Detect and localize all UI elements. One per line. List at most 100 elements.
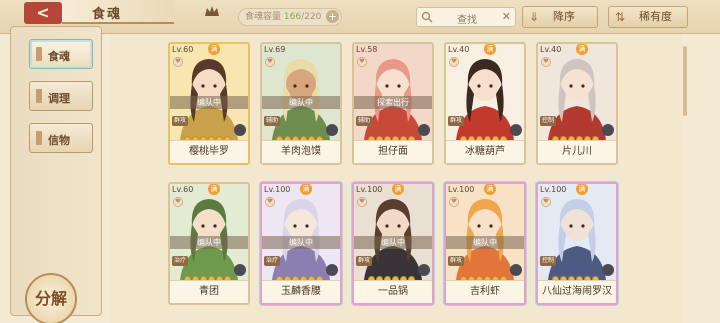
card-status: 编队中 <box>262 236 340 249</box>
sidebar-item-label: 调理 <box>48 92 70 105</box>
sidebar-item-tokens[interactable]: 信物 <box>29 123 93 153</box>
page-title: 食魂 <box>92 7 123 22</box>
sort-arrow-icon: ⇓ <box>529 10 540 24</box>
expand-capacity-button[interactable]: + <box>326 10 339 23</box>
role-tag: 群攻 <box>448 256 464 266</box>
role-tag: 控制 <box>540 116 556 126</box>
full-badge-icon: 满 <box>208 44 220 55</box>
favorite-icon[interactable]: ♥ <box>541 57 551 67</box>
favorite-icon[interactable]: ♥ <box>357 197 367 207</box>
sort-rarity-label: 稀有度 <box>639 10 672 23</box>
search-placeholder: 查找 <box>457 15 477 26</box>
star-rating <box>368 128 416 143</box>
star-rating <box>460 128 508 143</box>
food-soul-card[interactable]: Lv.40 ♥ 满 群攻 冰糖葫芦 <box>444 42 526 165</box>
favorite-icon[interactable]: ♥ <box>265 197 275 207</box>
role-tag: 辅助 <box>356 116 372 126</box>
sidebar-item-tuning[interactable]: 调理 <box>29 81 93 111</box>
food-soul-card[interactable]: Lv.100 ♥ 满 编队中 群攻 一品锅 <box>352 182 434 305</box>
search-icon <box>421 11 433 23</box>
favorite-icon[interactable]: ♥ <box>265 57 275 67</box>
card-level: Lv.100 <box>448 185 475 194</box>
full-badge-icon: 满 <box>392 184 404 195</box>
title-tab: 食魂 <box>62 0 219 24</box>
food-soul-card[interactable]: Lv.100 ♥ 满 编队中 治疗 玉麟香腰 <box>260 182 342 305</box>
card-status: 编队中 <box>170 236 248 249</box>
top-bar: < 食魂 食魂容量 166/220 + 查找 ✕ ⇓ 降序 ⇅ 稀有度 <box>0 0 720 34</box>
card-level: Lv.100 <box>356 185 383 194</box>
card-name: 吉利虾 <box>446 280 524 303</box>
role-tag: 治疗 <box>264 256 280 266</box>
favorite-icon[interactable]: ♥ <box>449 197 459 207</box>
element-icon <box>418 264 430 276</box>
full-badge-icon: 满 <box>576 44 588 55</box>
tab-marker <box>36 47 42 61</box>
card-level: Lv.100 <box>540 185 567 194</box>
scrollbar[interactable] <box>683 46 687 116</box>
capacity-total: /220 <box>301 12 322 22</box>
favorite-icon[interactable]: ♥ <box>173 57 183 67</box>
card-name: 八仙过海闹罗汉 <box>538 280 616 303</box>
star-rating <box>276 268 324 283</box>
favorite-icon[interactable]: ♥ <box>449 57 459 67</box>
role-tag: 辅助 <box>264 116 280 126</box>
clear-search-icon[interactable]: ✕ <box>502 10 511 23</box>
element-icon <box>602 264 614 276</box>
role-tag: 控制 <box>540 256 556 266</box>
card-status: 编队中 <box>446 236 524 249</box>
role-tag: 群攻 <box>448 116 464 126</box>
element-icon <box>234 264 246 276</box>
food-soul-card[interactable]: Lv.100 ♥ 满 控制 八仙过海闹罗汉 <box>536 182 618 305</box>
card-level: Lv.40 <box>540 45 562 54</box>
favorite-icon[interactable]: ♥ <box>357 57 367 67</box>
star-rating <box>276 128 324 143</box>
food-soul-card[interactable]: Lv.40 ♥ 满 控制 片儿川 <box>536 42 618 165</box>
star-rating <box>552 128 600 143</box>
card-name: 玉麟香腰 <box>262 280 340 303</box>
card-level: Lv.60 <box>172 45 194 54</box>
favorite-icon[interactable]: ♥ <box>541 197 551 207</box>
food-soul-card[interactable]: Lv.60 ♥ 满 编队中 群攻 樱桃毕罗 <box>168 42 250 165</box>
sidebar: 食魂 调理 信物 分解 <box>10 26 102 323</box>
card-name: 担仔面 <box>354 140 432 163</box>
card-level: Lv.40 <box>448 45 470 54</box>
star-rating <box>368 268 416 283</box>
sidebar-item-label: 食魂 <box>48 50 70 63</box>
full-badge-icon: 满 <box>484 44 496 55</box>
card-status: 编队中 <box>262 96 340 109</box>
element-icon <box>602 124 614 136</box>
food-soul-card[interactable]: Lv.100 ♥ 满 编队中 群攻 吉利虾 <box>444 182 526 305</box>
food-soul-card[interactable]: Lv.58 ♥ 探索出行 辅助 担仔面 <box>352 42 434 165</box>
element-icon <box>234 124 246 136</box>
star-rating <box>460 268 508 283</box>
full-badge-icon: 满 <box>484 184 496 195</box>
sidebar-item-food-souls[interactable]: 食魂 <box>29 39 93 69</box>
card-level: Lv.100 <box>264 185 291 194</box>
element-icon <box>510 264 522 276</box>
card-status: 探索出行 <box>354 96 432 109</box>
full-badge-icon: 满 <box>208 184 220 195</box>
card-name: 片儿川 <box>538 140 616 163</box>
food-soul-card[interactable]: Lv.60 ♥ 满 编队中 治疗 青团 <box>168 182 250 305</box>
card-name: 一品锅 <box>354 280 432 303</box>
role-tag: 群攻 <box>172 116 188 126</box>
role-tag: 治疗 <box>172 256 188 266</box>
tab-marker <box>36 89 42 103</box>
capacity-display: 食魂容量 166/220 + <box>238 8 342 26</box>
card-name: 樱桃毕罗 <box>170 140 248 163</box>
card-level: Lv.69 <box>264 45 286 54</box>
sort-order-button[interactable]: ⇓ 降序 <box>522 6 598 28</box>
star-rating <box>552 268 600 283</box>
star-rating <box>184 268 232 283</box>
back-button[interactable]: < <box>24 2 62 24</box>
favorite-icon[interactable]: ♥ <box>173 197 183 207</box>
card-name: 青团 <box>170 280 248 303</box>
sort-rarity-button[interactable]: ⇅ 稀有度 <box>608 6 688 28</box>
card-status: 编队中 <box>354 236 432 249</box>
role-tag: 群攻 <box>356 256 372 266</box>
card-level: Lv.58 <box>356 45 378 54</box>
decompose-button[interactable]: 分解 <box>25 273 77 323</box>
food-soul-card[interactable]: Lv.69 ♥ 编队中 辅助 羊肉泡馍 <box>260 42 342 165</box>
search-input[interactable]: 查找 ✕ <box>416 7 516 27</box>
sidebar-item-label: 信物 <box>48 134 70 147</box>
